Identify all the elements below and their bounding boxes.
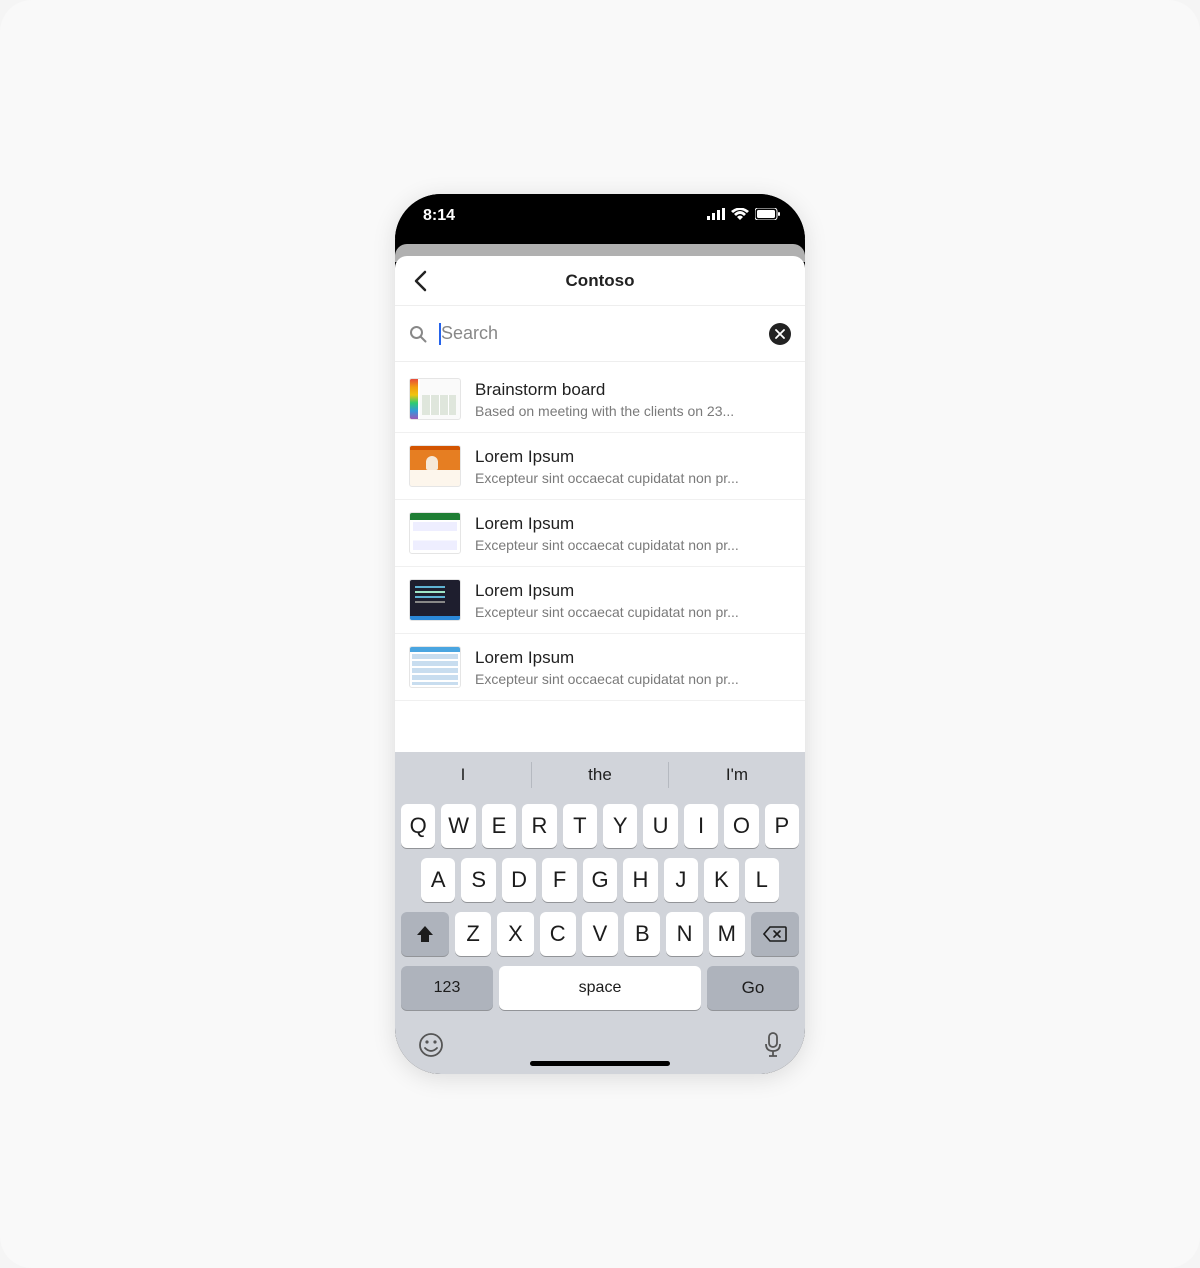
signal-icon <box>707 207 725 225</box>
suggestion-2[interactable]: the <box>532 765 668 785</box>
key-h[interactable]: H <box>623 858 657 902</box>
thumbnail <box>409 579 461 621</box>
list-item-subtitle: Based on meeting with the clients on 23.… <box>475 403 791 419</box>
list-item-subtitle: Excepteur sint occaecat cupidatat non pr… <box>475 604 791 620</box>
key-b[interactable]: B <box>624 912 660 956</box>
key-row-2: ASDFGHJKL <box>401 858 799 902</box>
key-u[interactable]: U <box>643 804 677 848</box>
key-a[interactable]: A <box>421 858 455 902</box>
shift-icon <box>415 925 435 943</box>
key-row-1: QWERTYUIOP <box>401 804 799 848</box>
wifi-icon <box>731 207 749 225</box>
key-k[interactable]: K <box>704 858 738 902</box>
key-q[interactable]: Q <box>401 804 435 848</box>
key-t[interactable]: T <box>563 804 597 848</box>
status-time: 8:14 <box>423 207 455 225</box>
key-d[interactable]: D <box>502 858 536 902</box>
app-body: Contoso Brainstorm board Based on me <box>395 256 805 752</box>
search-icon <box>409 325 427 343</box>
list-item[interactable]: Lorem Ipsum Excepteur sint occaecat cupi… <box>395 634 805 701</box>
shift-key[interactable] <box>401 912 449 956</box>
dictation-button[interactable] <box>763 1031 783 1064</box>
thumbnail <box>409 512 461 554</box>
key-n[interactable]: N <box>666 912 702 956</box>
key-row-3: ZXCVBNM <box>401 912 799 956</box>
key-z[interactable]: Z <box>455 912 491 956</box>
thumbnail <box>409 445 461 487</box>
key-row-bottom: 123 space Go <box>401 966 799 1014</box>
key-s[interactable]: S <box>461 858 495 902</box>
list-item-subtitle: Excepteur sint occaecat cupidatat non pr… <box>475 671 791 687</box>
key-l[interactable]: L <box>745 858 779 902</box>
page-title: Contoso <box>395 271 805 291</box>
emoji-icon <box>417 1031 445 1059</box>
thumbnail <box>409 378 461 420</box>
list-item-text: Brainstorm board Based on meeting with t… <box>475 380 791 419</box>
keyboard: I the I'm QWERTYUIOP ASDFGHJKL ZXCVBNM <box>395 752 805 1074</box>
key-j[interactable]: J <box>664 858 698 902</box>
suggestion-3[interactable]: I'm <box>669 765 805 785</box>
status-bar: 8:14 <box>395 194 805 238</box>
list-item-text: Lorem Ipsum Excepteur sint occaecat cupi… <box>475 581 791 620</box>
backspace-key[interactable] <box>751 912 799 956</box>
key-v[interactable]: V <box>582 912 618 956</box>
numeric-key[interactable]: 123 <box>401 966 493 1010</box>
list-item-subtitle: Excepteur sint occaecat cupidatat non pr… <box>475 537 791 553</box>
chevron-left-icon <box>413 270 427 292</box>
key-r[interactable]: R <box>522 804 556 848</box>
key-i[interactable]: I <box>684 804 718 848</box>
home-indicator <box>530 1061 670 1066</box>
list-item-subtitle: Excepteur sint occaecat cupidatat non pr… <box>475 470 791 486</box>
list-item[interactable]: Lorem Ipsum Excepteur sint occaecat cupi… <box>395 433 805 500</box>
list-item-text: Lorem Ipsum Excepteur sint occaecat cupi… <box>475 648 791 687</box>
suggestion-bar: I the I'm <box>395 752 805 798</box>
key-g[interactable]: G <box>583 858 617 902</box>
search-input[interactable] <box>441 323 757 344</box>
microphone-icon <box>763 1031 783 1059</box>
key-p[interactable]: P <box>765 804 799 848</box>
list-item-title: Lorem Ipsum <box>475 447 791 467</box>
results-list: Brainstorm board Based on meeting with t… <box>395 362 805 752</box>
key-f[interactable]: F <box>542 858 576 902</box>
nav-bar: Contoso <box>395 256 805 306</box>
backspace-icon <box>763 925 787 943</box>
list-item-text: Lorem Ipsum Excepteur sint occaecat cupi… <box>475 514 791 553</box>
search-field-wrap[interactable] <box>439 323 757 345</box>
list-item-title: Lorem Ipsum <box>475 648 791 668</box>
key-o[interactable]: O <box>724 804 758 848</box>
suggestion-1[interactable]: I <box>395 765 531 785</box>
list-item-text: Lorem Ipsum Excepteur sint occaecat cupi… <box>475 447 791 486</box>
status-icons <box>707 207 781 225</box>
list-item[interactable]: Lorem Ipsum Excepteur sint occaecat cupi… <box>395 500 805 567</box>
thumbnail <box>409 646 461 688</box>
emoji-button[interactable] <box>417 1031 445 1064</box>
close-icon <box>775 329 785 339</box>
go-key[interactable]: Go <box>707 966 799 1010</box>
list-item[interactable]: Brainstorm board Based on meeting with t… <box>395 362 805 433</box>
list-item-title: Lorem Ipsum <box>475 581 791 601</box>
space-key[interactable]: space <box>499 966 701 1010</box>
key-m[interactable]: M <box>709 912 745 956</box>
phone-frame: 8:14 Contoso <box>395 194 805 1074</box>
key-y[interactable]: Y <box>603 804 637 848</box>
list-item[interactable]: Lorem Ipsum Excepteur sint occaecat cupi… <box>395 567 805 634</box>
search-bar <box>395 306 805 362</box>
key-c[interactable]: C <box>540 912 576 956</box>
key-w[interactable]: W <box>441 804 475 848</box>
key-e[interactable]: E <box>482 804 516 848</box>
key-x[interactable]: X <box>497 912 533 956</box>
battery-icon <box>755 207 781 225</box>
clear-search-button[interactable] <box>769 323 791 345</box>
back-button[interactable] <box>395 256 445 306</box>
list-item-title: Brainstorm board <box>475 380 791 400</box>
list-item-title: Lorem Ipsum <box>475 514 791 534</box>
